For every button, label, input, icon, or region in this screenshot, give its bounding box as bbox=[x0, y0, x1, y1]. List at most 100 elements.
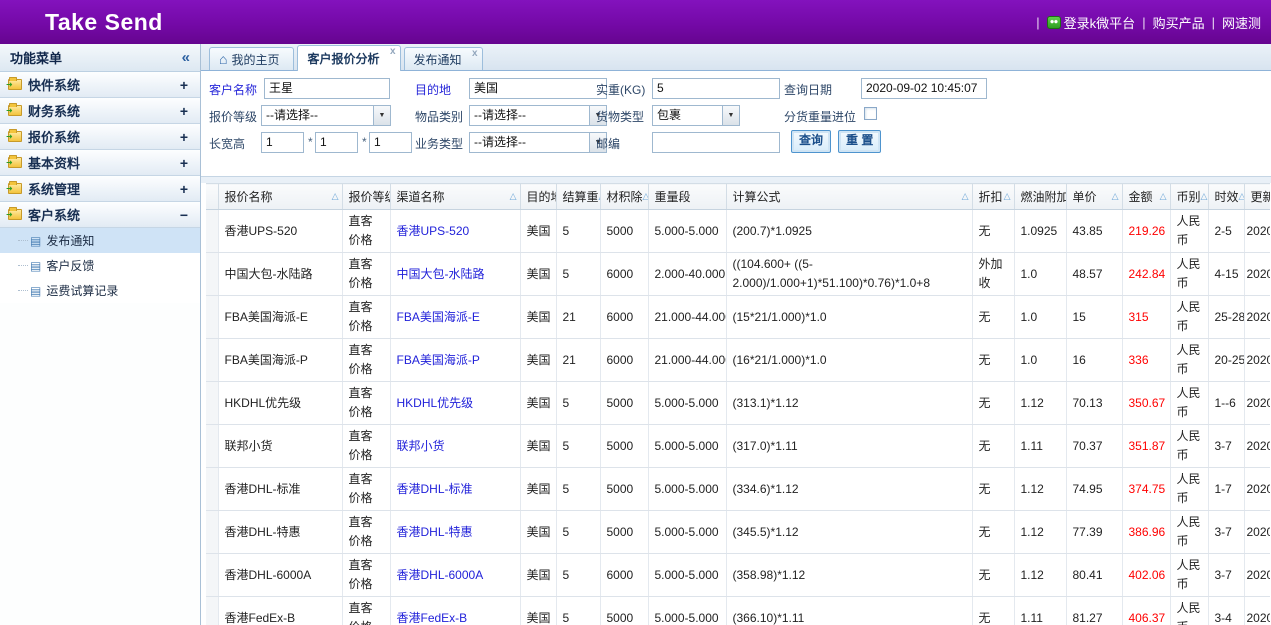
height-input[interactable]: 1 bbox=[369, 132, 412, 153]
channel-link[interactable]: 香港UPS-520 bbox=[397, 224, 470, 238]
cell-transit-time: 25-28 bbox=[1208, 296, 1244, 339]
header-cell-currency[interactable]: 币别△ bbox=[1170, 184, 1208, 210]
cell-grade: 直客价格 bbox=[342, 253, 390, 296]
weight-input[interactable]: 5 bbox=[652, 78, 780, 99]
sidebar-item-basic-data[interactable]: 基本资料+ bbox=[0, 150, 200, 176]
sidebar-subitem-publish-notice[interactable]: ▤发布通知 bbox=[0, 228, 200, 253]
item-category-select[interactable]: --请选择-- bbox=[469, 105, 607, 126]
header-cell-discount[interactable]: 折扣△ bbox=[972, 184, 1014, 210]
header-label: 报价等级 bbox=[349, 188, 390, 205]
header-cell-transit-time[interactable]: 时效△ bbox=[1208, 184, 1244, 210]
collapse-toggle-icon[interactable]: − bbox=[178, 207, 190, 223]
close-icon[interactable]: x bbox=[390, 47, 396, 57]
length-input[interactable]: 1 bbox=[261, 132, 304, 153]
dropdown-arrow-icon[interactable] bbox=[722, 106, 739, 125]
header-cell-quote-grade[interactable]: 报价等级△ bbox=[342, 184, 390, 210]
cell-grade: 直客价格 bbox=[342, 339, 390, 382]
cell-dest: 美国 bbox=[520, 382, 556, 425]
expand-toggle-icon[interactable]: + bbox=[178, 155, 190, 171]
close-icon[interactable]: x bbox=[472, 49, 478, 59]
channel-link[interactable]: 香港DHL-特惠 bbox=[397, 525, 473, 539]
sort-icon[interactable]: △ bbox=[599, 191, 600, 202]
tab-label: 客户报价分析 bbox=[307, 50, 379, 67]
channel-link[interactable]: 香港FedEx-B bbox=[397, 611, 468, 625]
sort-icon[interactable]: △ bbox=[510, 191, 517, 202]
header-cell-unit-price[interactable]: 单价△ bbox=[1066, 184, 1122, 210]
sidebar-collapse-icon[interactable]: « bbox=[182, 49, 190, 66]
sort-icon[interactable]: △ bbox=[1239, 191, 1244, 202]
expand-toggle-icon[interactable]: + bbox=[178, 103, 190, 119]
banner-link[interactable]: 购买产品 bbox=[1153, 13, 1205, 32]
banner-link[interactable]: 网速测 bbox=[1222, 13, 1261, 32]
sort-icon[interactable]: △ bbox=[1160, 191, 1167, 202]
header-cell-amount[interactable]: 金额△ bbox=[1122, 184, 1170, 210]
expand-toggle-icon[interactable]: + bbox=[178, 181, 190, 197]
postcode-label: 邮编 bbox=[596, 135, 620, 152]
header-cell-fuel-surcharge[interactable]: 燃油附加△ bbox=[1014, 184, 1066, 210]
quote-grade-select[interactable]: --请选择-- bbox=[261, 105, 391, 126]
header-cell-volume-divisor[interactable]: 材积除△ bbox=[600, 184, 648, 210]
sort-icon[interactable]: △ bbox=[1004, 191, 1011, 202]
banner-link[interactable]: 登录k微平台 bbox=[1047, 13, 1136, 32]
header-cell-destination[interactable]: 目的地△ bbox=[520, 184, 556, 210]
header-cell-settle-weight[interactable]: 结算重△ bbox=[556, 184, 600, 210]
header-cell-inner: 计算公式△ bbox=[727, 188, 972, 205]
channel-link[interactable]: 香港DHL-6000A bbox=[397, 568, 484, 582]
header-cell-formula[interactable]: 计算公式△ bbox=[726, 184, 972, 210]
tab-customer-quote-analysis[interactable]: 客户报价分析 x bbox=[297, 45, 400, 71]
business-type-label: 业务类型 bbox=[415, 135, 463, 152]
cell-transit-time: 2-5 bbox=[1208, 210, 1244, 253]
row-selector-cell bbox=[206, 425, 218, 468]
cell-discount: 无 bbox=[972, 468, 1014, 511]
row-selector-cell bbox=[206, 253, 218, 296]
header-cell-channel-name[interactable]: 渠道名称△ bbox=[390, 184, 520, 210]
tab-home[interactable]: ⌂我的主页 bbox=[209, 47, 294, 70]
sidebar-item-quote-system[interactable]: 报价系统+ bbox=[0, 124, 200, 150]
cargo-type-label: 货物类型 bbox=[596, 108, 644, 125]
sidebar-item-express-system[interactable]: 快件系统+ bbox=[0, 72, 200, 98]
sort-icon[interactable]: △ bbox=[332, 191, 339, 202]
header-cell-quote-name[interactable]: 报价名称△ bbox=[218, 184, 342, 210]
cell-formula: (366.10)*1.11 bbox=[726, 597, 972, 625]
cell-amount: 315 bbox=[1122, 296, 1170, 339]
query-button[interactable]: 查询 bbox=[791, 130, 831, 153]
cell-weight-range: 21.000-44.000 bbox=[648, 339, 726, 382]
sort-icon[interactable]: △ bbox=[643, 191, 648, 202]
reset-button[interactable]: 重 置 bbox=[838, 130, 881, 153]
expand-toggle-icon[interactable]: + bbox=[178, 77, 190, 93]
cell-grade: 直客价格 bbox=[342, 210, 390, 253]
cargo-type-select[interactable]: 包裹 bbox=[652, 105, 740, 126]
sort-icon[interactable]: △ bbox=[1112, 191, 1119, 202]
expand-toggle-icon[interactable]: + bbox=[178, 129, 190, 145]
cell-grade: 直客价格 bbox=[342, 468, 390, 511]
channel-link[interactable]: 联邦小货 bbox=[397, 439, 445, 453]
sidebar-item-system-management[interactable]: 系统管理+ bbox=[0, 176, 200, 202]
query-date-input[interactable]: 2020-09-02 10:45:07 bbox=[861, 78, 987, 99]
tab-publish-notice[interactable]: 发布通知x bbox=[404, 47, 483, 70]
sidebar-subitem-customer-feedback[interactable]: ▤客户反馈 bbox=[0, 253, 200, 278]
channel-link[interactable]: 香港DHL-标准 bbox=[397, 482, 473, 496]
sidebar-subitem-freight-trial-records[interactable]: ▤运费试算记录 bbox=[0, 278, 200, 303]
sidebar-item-finance-system[interactable]: 财务系统+ bbox=[0, 98, 200, 124]
cell-fuel-surcharge: 1.12 bbox=[1014, 511, 1066, 554]
width-input[interactable]: 1 bbox=[315, 132, 358, 153]
business-type-select[interactable]: --请选择-- bbox=[469, 132, 607, 153]
tree-connector bbox=[18, 290, 28, 291]
postcode-input[interactable] bbox=[652, 132, 780, 153]
dropdown-arrow-icon[interactable] bbox=[373, 106, 390, 125]
destination-input[interactable]: 美国 bbox=[469, 78, 607, 99]
channel-link[interactable]: FBA美国海派-P bbox=[397, 353, 480, 367]
row-selector-cell bbox=[206, 511, 218, 554]
sidebar-item-customer-system[interactable]: 客户系统− bbox=[0, 202, 200, 228]
cell-grade: 直客价格 bbox=[342, 425, 390, 468]
split-weight-carry-checkbox[interactable] bbox=[864, 107, 877, 120]
customer-name-input[interactable]: 王星 bbox=[264, 78, 390, 99]
header-cell-updated[interactable]: 更新 bbox=[1244, 184, 1270, 210]
channel-link[interactable]: 中国大包-水陆路 bbox=[397, 267, 485, 281]
channel-link[interactable]: FBA美国海派-E bbox=[397, 310, 480, 324]
cell-dest: 美国 bbox=[520, 425, 556, 468]
header-cell-weight-range[interactable]: 重量段 bbox=[648, 184, 726, 210]
sort-icon[interactable]: △ bbox=[1201, 191, 1208, 202]
sort-icon[interactable]: △ bbox=[962, 191, 969, 202]
channel-link[interactable]: HKDHL优先级 bbox=[397, 396, 474, 410]
